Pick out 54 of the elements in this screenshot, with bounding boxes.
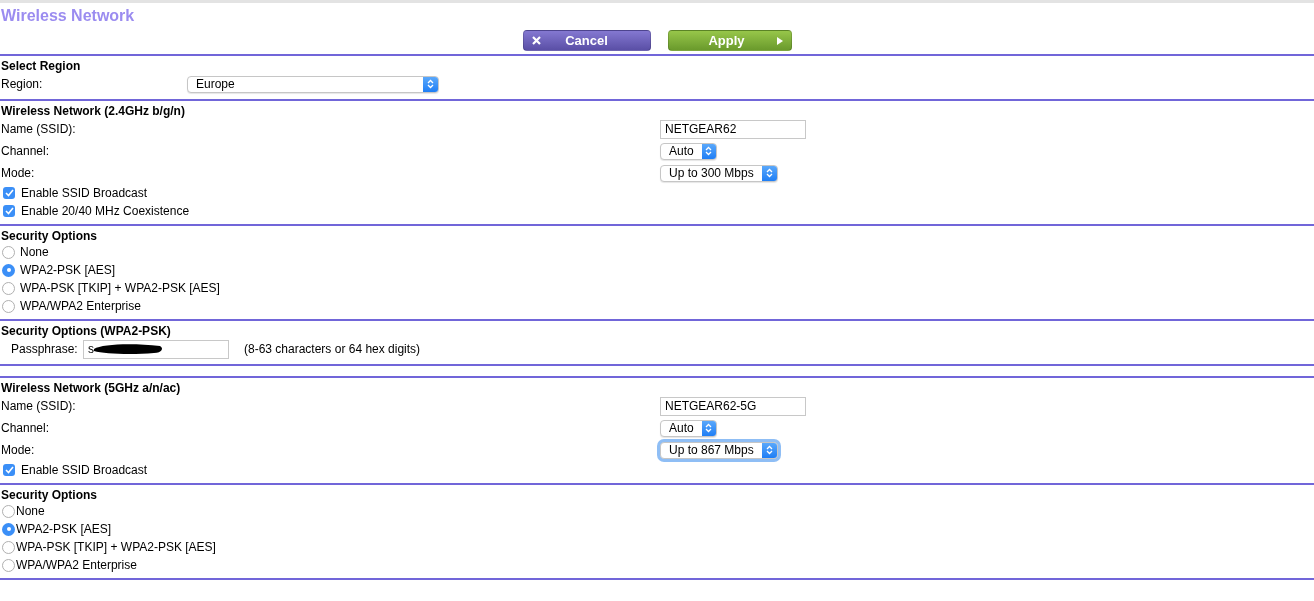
- radio-label: WPA2-PSK [AES]: [20, 263, 116, 277]
- radio-button[interactable]: [2, 281, 15, 295]
- field-label: Name (SSID):: [1, 399, 77, 413]
- field-label: Region:: [1, 77, 44, 91]
- dropdown[interactable]: Up to 867 Mbps: [660, 441, 778, 459]
- radio-label: None: [20, 245, 49, 259]
- radio-button[interactable]: [2, 245, 15, 259]
- text-field[interactable]: NETGEAR62: [660, 119, 806, 139]
- dropdown[interactable]: Up to 300 Mbps: [660, 164, 778, 182]
- field-label: Name (SSID):: [1, 122, 77, 136]
- checkbox-label: Enable SSID Broadcast: [21, 186, 148, 200]
- radio-button[interactable]: [2, 504, 15, 518]
- field-label: Channel:: [1, 144, 51, 158]
- play-icon: [776, 36, 783, 45]
- section-heading: Security Options: [1, 228, 99, 243]
- radio-label: WPA/WPA2 Enterprise: [20, 299, 141, 313]
- redaction-mark: [92, 342, 164, 355]
- page-title: Wireless Network: [0, 6, 136, 25]
- dropdown[interactable]: Europe: [187, 75, 439, 93]
- radio-button[interactable]: [2, 522, 15, 536]
- section-heading: Wireless Network (2.4GHz b/g/n): [1, 103, 186, 118]
- radio-button[interactable]: [2, 299, 15, 313]
- chevron-icon: [766, 168, 773, 178]
- radio-label: WPA-PSK [TKIP] + WPA2-PSK [AES]: [16, 540, 216, 554]
- field-label: Passphrase:: [10, 342, 79, 356]
- chevron-icon: [705, 146, 713, 156]
- radio-button[interactable]: [2, 558, 15, 572]
- section-heading: Security Options: [1, 487, 99, 502]
- section-heading: Select Region: [1, 58, 82, 73]
- text-field[interactable]: NETGEAR62-5G: [660, 396, 806, 416]
- chevron-icon: [705, 423, 713, 433]
- checkbox[interactable]: [3, 205, 15, 217]
- radio-label: WPA/WPA2 Enterprise: [16, 558, 137, 572]
- radio-label: WPA2-PSK [AES]: [16, 522, 112, 536]
- cancel-button[interactable]: Cancel: [522, 30, 651, 51]
- dropdown[interactable]: Auto: [660, 419, 717, 437]
- checkbox[interactable]: [3, 187, 15, 199]
- radio-button[interactable]: [2, 540, 15, 554]
- field-label: Mode:: [1, 443, 36, 457]
- hint-text: (8-63 characters or 64 hex digits): [244, 342, 421, 356]
- section-heading: Wireless Network (5GHz a/n/ac): [1, 380, 182, 395]
- field-label: Channel:: [1, 421, 51, 435]
- chevron-icon: [427, 79, 434, 89]
- radio-label: WPA-PSK [TKIP] + WPA2-PSK [AES]: [20, 281, 220, 295]
- checkbox-label: Enable SSID Broadcast: [21, 463, 148, 477]
- radio-button[interactable]: [2, 263, 15, 277]
- chevron-icon: [766, 445, 773, 455]
- section-heading: Security Options (WPA2-PSK): [1, 323, 172, 338]
- radio-label: None: [16, 504, 45, 518]
- checkbox[interactable]: [3, 464, 15, 476]
- checkbox-label: Enable 20/40 MHz Coexistence: [21, 204, 190, 218]
- dropdown[interactable]: Auto: [660, 142, 717, 160]
- field-label: Mode:: [1, 166, 36, 180]
- close-icon: [531, 36, 541, 45]
